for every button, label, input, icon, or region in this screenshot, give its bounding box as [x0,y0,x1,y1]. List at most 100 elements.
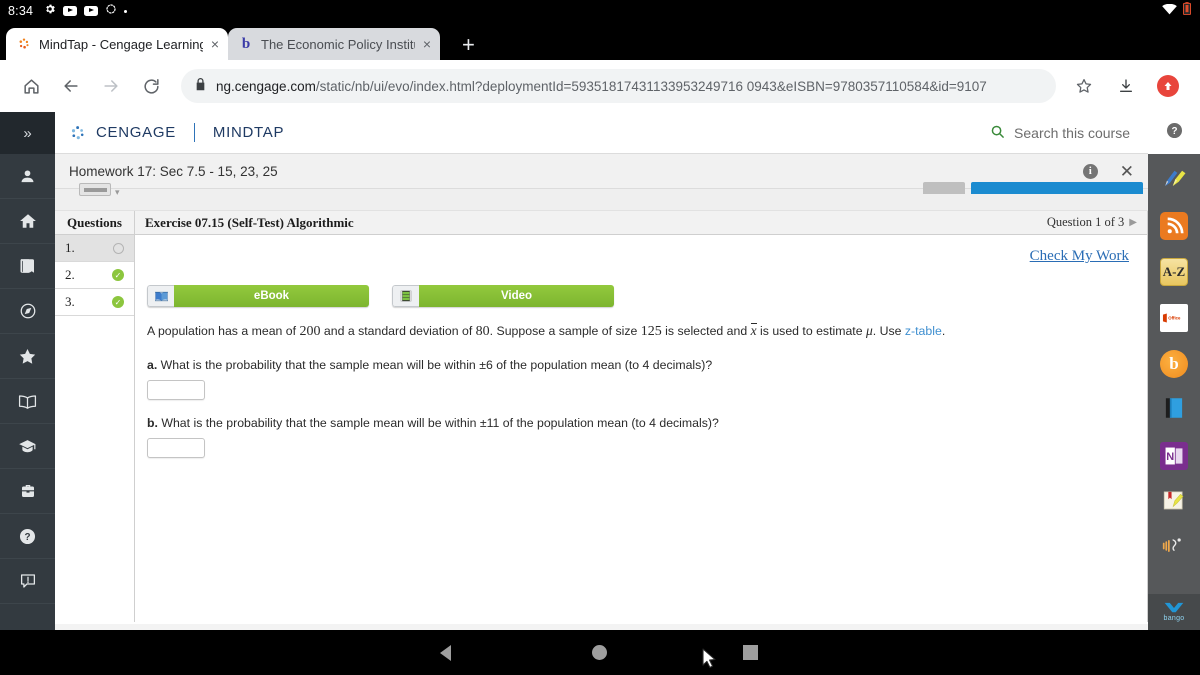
new-tab-button[interactable]: + [462,34,475,56]
question-counter: Question 1 of 3 ▶ [1047,215,1137,230]
close-icon[interactable]: × [423,37,431,51]
rail-tool-onenote[interactable]: N [1148,436,1200,476]
prompt-part-4: is selected and [661,324,751,338]
rail-tool-rss[interactable] [1148,206,1200,246]
list-item[interactable]: 1. [55,235,134,262]
part-a-letter: a. [147,358,158,372]
film-icon [392,285,419,307]
question-list-column: Questions 1. 2. ✓ 3. ✓ [55,211,135,622]
rail-tool-bing[interactable]: b [1148,344,1200,384]
rail-tool-office[interactable]: Office [1148,298,1200,338]
avatar [1157,75,1179,97]
gear-icon [44,2,56,20]
toolbar-actions [1064,66,1188,106]
bookmark-highlighter-icon [1161,488,1187,517]
mouse-cursor [702,648,718,675]
close-icon[interactable]: × [211,37,219,51]
spinner-icon [105,2,117,20]
back-icon[interactable] [51,66,91,106]
prompt-part-1: A population has a mean of [147,324,300,338]
video-button[interactable]: Video [392,285,614,307]
ebook-label: eBook [174,285,369,307]
brand-divider [193,123,195,142]
chevron-down-icon [1163,602,1185,616]
exercise-header: Exercise 07.15 (Self-Test) Algorithmic Q… [135,211,1147,235]
prompt-n: 125 [640,324,662,339]
rail-tool-bango[interactable]: bango [1148,594,1200,630]
info-icon[interactable]: i [1082,163,1098,179]
sidebar-item-grades[interactable] [0,424,55,469]
rail-tool-bookmark[interactable] [1148,482,1200,522]
android-nav-bar [0,630,1200,675]
sidebar-item-help[interactable]: ? [0,514,55,559]
homework-actions: i ✕ [1082,163,1134,180]
forward-icon [91,66,131,106]
device-screen: 8:34 MindTap - Cengage Learning × b The … [0,0,1200,675]
unanswered-icon [113,242,124,254]
bango-label: bango [1163,615,1185,623]
rail-tool-dictionary[interactable]: A-Z [1148,252,1200,292]
home-button[interactable] [592,645,607,660]
youtube-icon [63,6,78,16]
home-icon[interactable] [11,66,51,106]
next-question-icon[interactable]: ▶ [1129,217,1137,228]
close-icon[interactable]: ✕ [1120,163,1134,180]
person-icon [19,168,36,185]
rail-tool-read-aloud[interactable] [1148,528,1200,568]
status-badge: ✓ [112,296,124,308]
question-circle-icon: ? [1165,121,1184,145]
part-a-text-before: What is the probability that the sample … [157,358,480,372]
answer-input-b[interactable] [147,438,205,458]
sidebar-item-reader[interactable] [0,379,55,424]
question-number: 1. [65,240,75,255]
reload-icon[interactable] [131,66,171,106]
part-a-text-after: of the population mean (to 4 decimals)? [492,358,713,372]
z-table-link[interactable]: z-table [905,324,942,338]
address-bar[interactable]: ng.cengage.com/static/nb/ui/evo/index.ht… [181,69,1056,103]
ebook-button[interactable]: eBook [147,285,369,307]
list-item[interactable]: 2. ✓ [55,262,134,289]
prompt-part-2: and a standard deviation of [320,324,476,338]
graduation-cap-icon [18,437,37,456]
cengage-mindtap-logo[interactable]: CENGAGE MINDTAP [69,123,284,142]
rail-tool-highlighter[interactable] [1148,160,1200,200]
sidebar-item-feedback[interactable] [0,559,55,604]
url-host: ng.cengage.com [216,78,316,94]
question-number: 3. [65,294,75,309]
toolbar-secondary-button[interactable] [923,182,965,194]
part-a-value: ±6 [479,358,493,372]
sidebar-item-ebook[interactable] [0,244,55,289]
sidebar-item-profile[interactable] [0,154,55,199]
toolbar-primary-button[interactable] [971,182,1143,194]
search-icon [990,124,1005,142]
sidebar-item-favorites[interactable] [0,334,55,379]
profile-avatar[interactable] [1148,66,1188,106]
toolbar-keyboard-button[interactable] [79,183,111,196]
list-item[interactable]: 3. ✓ [55,289,134,316]
sidebar-item-home[interactable] [0,199,55,244]
download-icon[interactable] [1106,66,1146,106]
exercise-body: Check My Work eBook Video A population h… [135,235,1147,458]
check-icon: ✓ [112,269,124,281]
part-b-text-before: What is the probability that the sample … [157,416,480,430]
youtube-icon [84,6,99,16]
back-button[interactable] [440,644,451,661]
book-icon [19,257,37,275]
rail-help-button[interactable]: ? [1148,112,1200,154]
course-search[interactable]: Search this course [990,124,1130,142]
exercise-area: Questions 1. 2. ✓ 3. ✓ Exercise 07.15 (S… [55,211,1148,622]
ms-office-icon: Office [1160,304,1188,332]
recents-button[interactable] [743,645,758,660]
sidebar-item-career[interactable] [0,469,55,514]
check-my-work-link[interactable]: Check My Work [1030,248,1129,264]
browser-tab-epi[interactable]: b The Economic Policy Institut × [228,28,440,60]
answer-input-a[interactable] [147,380,205,400]
sidebar-expand-button[interactable]: » [0,112,55,154]
bookmark-star-icon[interactable] [1064,66,1104,106]
question-prompt: A population has a mean of 200 and a sta… [147,321,1135,342]
sidebar-item-explore[interactable] [0,289,55,334]
rail-tool-ebook[interactable] [1148,390,1200,430]
wifi-icon [1162,2,1177,20]
browser-tab-mindtap[interactable]: MindTap - Cengage Learning × [6,28,228,60]
rss-icon [1160,212,1188,240]
